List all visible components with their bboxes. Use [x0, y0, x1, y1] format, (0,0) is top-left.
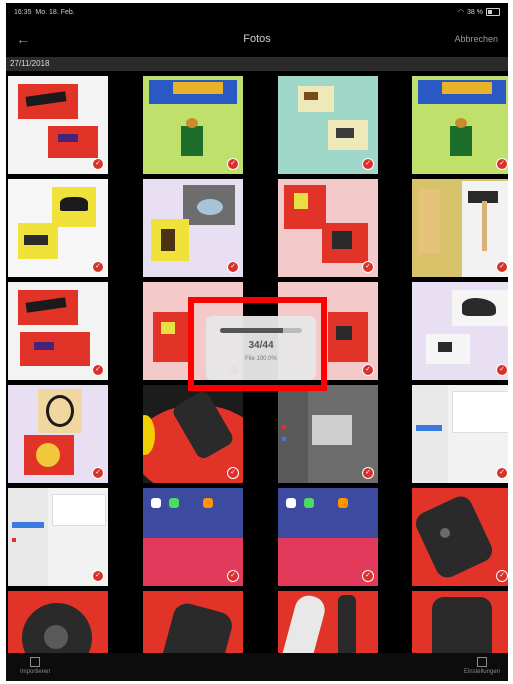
import-icon — [30, 657, 41, 667]
selected-check-icon: ✓ — [227, 570, 239, 582]
photo-red-pink-cards[interactable]: ✓ — [278, 179, 378, 277]
settings-label: Einstellungen — [463, 669, 500, 675]
photo-red-device-2[interactable]: ✓ — [412, 488, 508, 586]
photo-red-device[interactable]: ✓ — [143, 385, 243, 483]
wifi-icon: ◠ — [457, 9, 465, 16]
import-label: Importieren — [20, 669, 51, 675]
highlight-box — [188, 297, 327, 391]
selected-check-icon: ✓ — [362, 364, 374, 376]
photo-hammer[interactable]: ✓ — [412, 179, 508, 277]
bottom-toolbar: Importieren Einstellungen — [6, 653, 508, 681]
selected-check-icon: ✓ — [496, 261, 508, 273]
battery-percent: 38 % — [467, 8, 483, 16]
selected-check-icon: ✓ — [362, 158, 374, 170]
photo-purple-pattern-cards[interactable]: ✓ — [143, 179, 243, 277]
import-button[interactable]: Importieren — [20, 657, 50, 675]
status-right: ◠ 38 % — [458, 8, 500, 16]
status-bar: 16:35 Mo. 18. Feb. ◠ 38 % — [6, 3, 508, 21]
selected-check-icon: ✓ — [92, 570, 104, 582]
selected-check-icon: ✓ — [496, 158, 508, 170]
photo-yellow-cards[interactable]: ✓ — [8, 179, 108, 277]
status-time: 16:35 Mo. 18. Feb. — [14, 8, 75, 16]
photo-purple-shoe[interactable]: ✓ — [412, 282, 508, 380]
photo-red-cards-black-object[interactable]: ✓ — [8, 76, 108, 174]
photo-ipad-screen-gray[interactable]: ✓ — [278, 385, 378, 483]
photo-red-cards-black-object-2[interactable]: ✓ — [8, 282, 108, 380]
selected-check-icon: ✓ — [496, 467, 508, 479]
selected-check-icon: ✓ — [92, 364, 104, 376]
photo-blue-squares-cards[interactable]: ✓ — [278, 76, 378, 174]
photo-lego-figure-green[interactable]: ✓ — [143, 76, 243, 174]
photo-face-drawing[interactable]: ✓ — [8, 385, 108, 483]
selected-check-icon: ✓ — [362, 261, 374, 273]
selected-check-icon: ✓ — [227, 261, 239, 273]
selected-check-icon: ✓ — [92, 467, 104, 479]
battery-icon — [486, 8, 500, 16]
selected-check-icon: ✓ — [496, 570, 508, 582]
nav-bar: ← Fotos Abbrechen — [6, 21, 508, 57]
photo-ipad-home[interactable]: ✓ — [143, 488, 243, 586]
selected-check-icon: ✓ — [92, 261, 104, 273]
settings-icon — [476, 657, 487, 667]
selected-check-icon: ✓ — [227, 467, 239, 479]
selected-check-icon: ✓ — [496, 364, 508, 376]
selected-check-icon: ✓ — [362, 570, 374, 582]
photo-ipad-home-2[interactable]: ✓ — [278, 488, 378, 586]
back-button[interactable]: ← — [16, 31, 76, 47]
cancel-button[interactable]: Abbrechen — [438, 34, 498, 44]
page-title: Fotos — [243, 33, 271, 45]
photo-ipad-settings[interactable]: ✓ — [412, 385, 508, 483]
selected-check-icon: ✓ — [227, 158, 239, 170]
photo-lego-figure-green-2[interactable]: ✓ — [412, 76, 508, 174]
settings-button[interactable]: Einstellungen — [464, 657, 500, 675]
section-date-header: 27/11/2018 — [6, 57, 508, 71]
selected-check-icon: ✓ — [92, 158, 104, 170]
selected-check-icon: ✓ — [362, 467, 374, 479]
photo-ipad-settings-2[interactable]: ✓ — [8, 488, 108, 586]
